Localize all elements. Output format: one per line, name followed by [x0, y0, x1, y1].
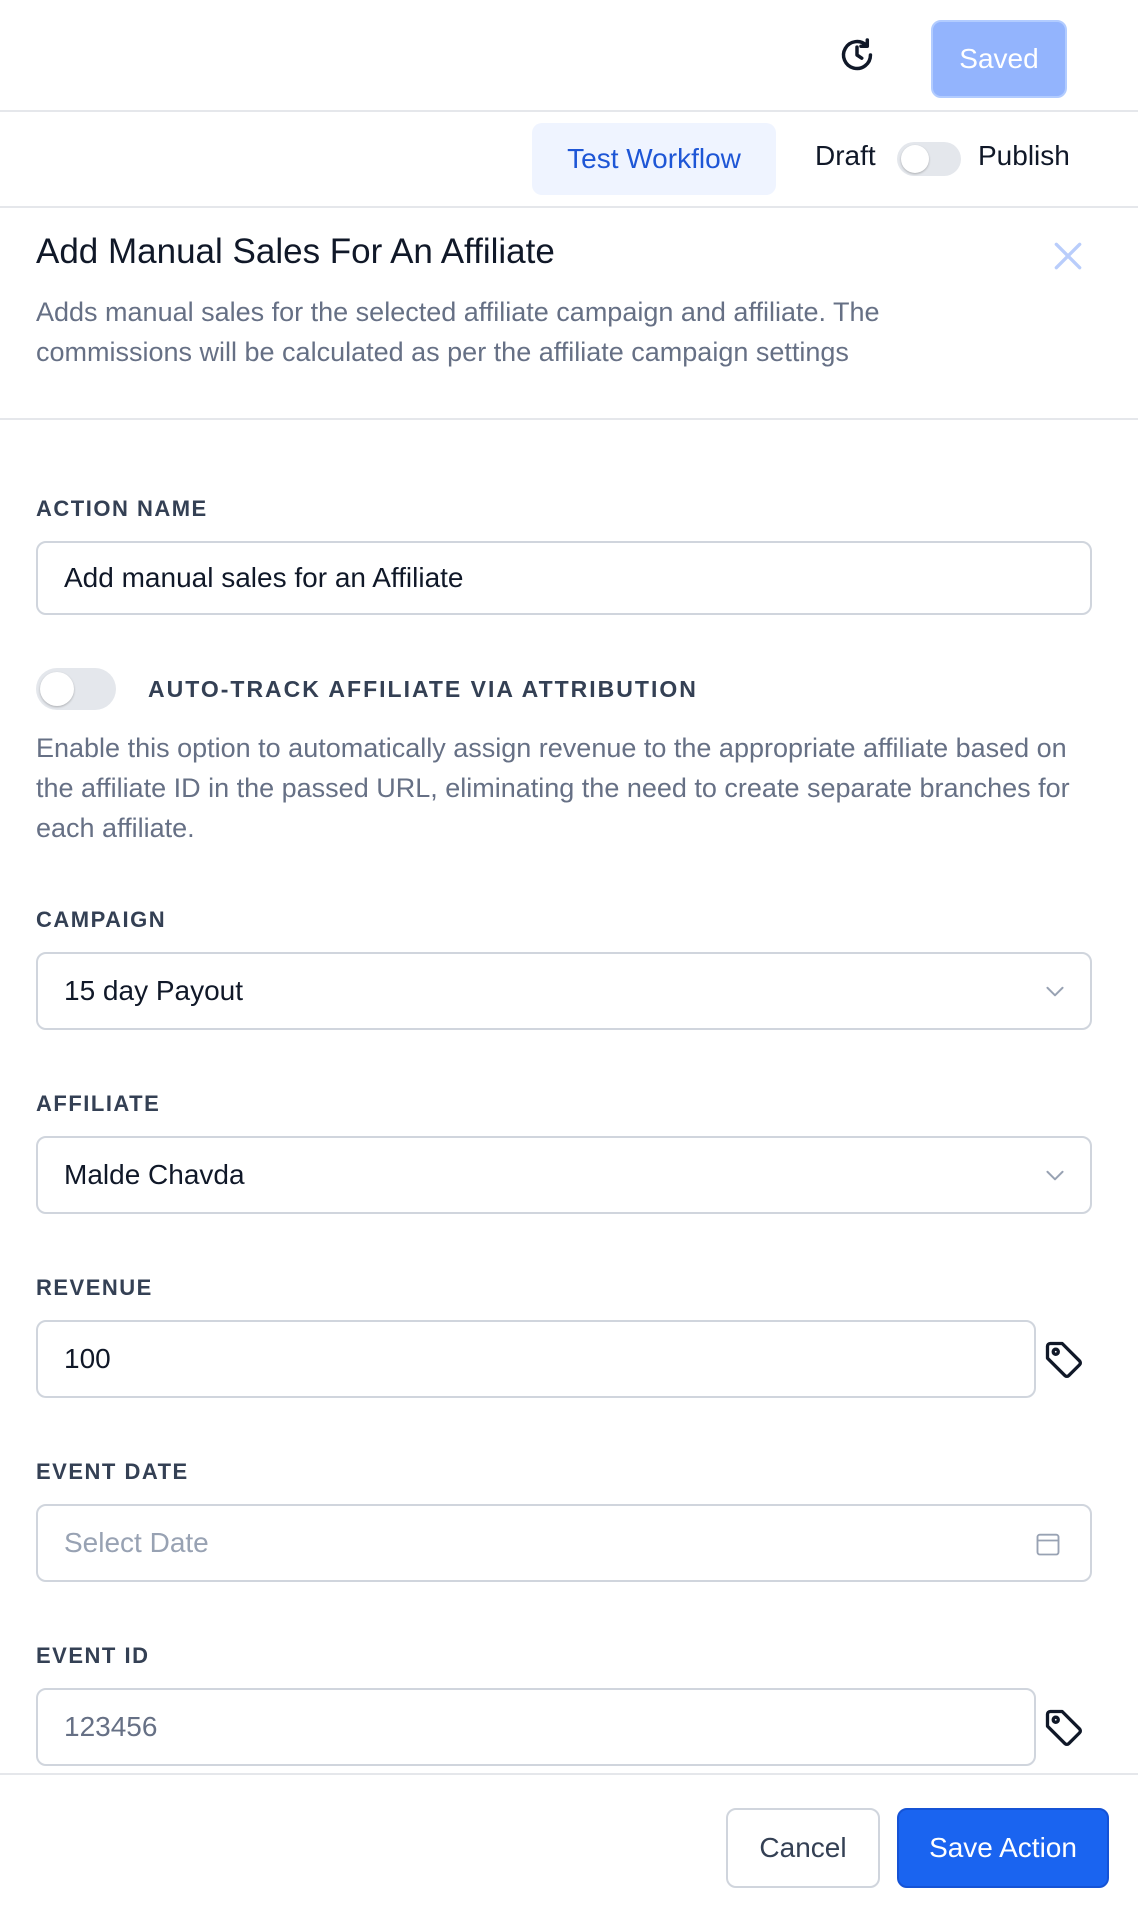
- affiliate-value: Malde Chavda: [64, 1159, 245, 1190]
- affiliate-label: AFFILIATE: [36, 1091, 161, 1116]
- toggle-knob: [901, 145, 929, 173]
- save-action-button[interactable]: Save Action: [897, 1808, 1109, 1888]
- divider: [0, 110, 1138, 112]
- event-date-placeholder: Select Date: [64, 1527, 209, 1558]
- auto-track-toggle[interactable]: [36, 668, 116, 710]
- calendar-icon: [1036, 1533, 1060, 1556]
- campaign-label: CAMPAIGN: [36, 907, 167, 932]
- chevron-down-icon: [1046, 1170, 1064, 1181]
- event-date-label: EVENT DATE: [36, 1459, 189, 1484]
- action-name-input[interactable]: Add manual sales for an Affiliate: [36, 541, 1092, 615]
- chevron-down-icon: [1046, 986, 1064, 997]
- panel-title: Add Manual Sales For An Affiliate: [36, 232, 555, 271]
- affiliate-select[interactable]: Malde Chavda: [36, 1136, 1092, 1214]
- divider: [0, 418, 1138, 420]
- event-date-picker[interactable]: Select Date: [36, 1504, 1092, 1582]
- footer-divider: [0, 1773, 1138, 1775]
- publish-toggle[interactable]: [897, 142, 961, 176]
- revenue-label: REVENUE: [36, 1275, 153, 1300]
- action-name-label: ACTION NAME: [36, 496, 208, 521]
- divider: [0, 206, 1138, 208]
- revenue-input[interactable]: 100: [36, 1320, 1036, 1398]
- draft-label: Draft: [815, 140, 876, 171]
- auto-track-label: AUTO-TRACK AFFILIATE VIA ATTRIBUTION: [148, 676, 698, 702]
- history-clock-icon[interactable]: [836, 34, 878, 76]
- event-id-label: EVENT ID: [36, 1643, 150, 1668]
- auto-track-description: Enable this option to automatically assi…: [36, 733, 1070, 843]
- campaign-select[interactable]: 15 day Payout: [36, 952, 1092, 1030]
- tag-icon[interactable]: [1042, 1338, 1086, 1387]
- publish-label: Publish: [978, 140, 1070, 171]
- cancel-button[interactable]: Cancel: [726, 1808, 880, 1888]
- test-workflow-button[interactable]: Test Workflow: [532, 123, 776, 195]
- event-id-input[interactable]: 123456: [36, 1688, 1036, 1766]
- toggle-knob: [40, 672, 74, 706]
- panel-description: Adds manual sales for the selected affil…: [36, 297, 880, 367]
- saved-button[interactable]: Saved: [931, 20, 1067, 98]
- close-icon[interactable]: [1048, 236, 1088, 276]
- campaign-value: 15 day Payout: [64, 975, 244, 1006]
- tag-icon[interactable]: [1042, 1706, 1086, 1755]
